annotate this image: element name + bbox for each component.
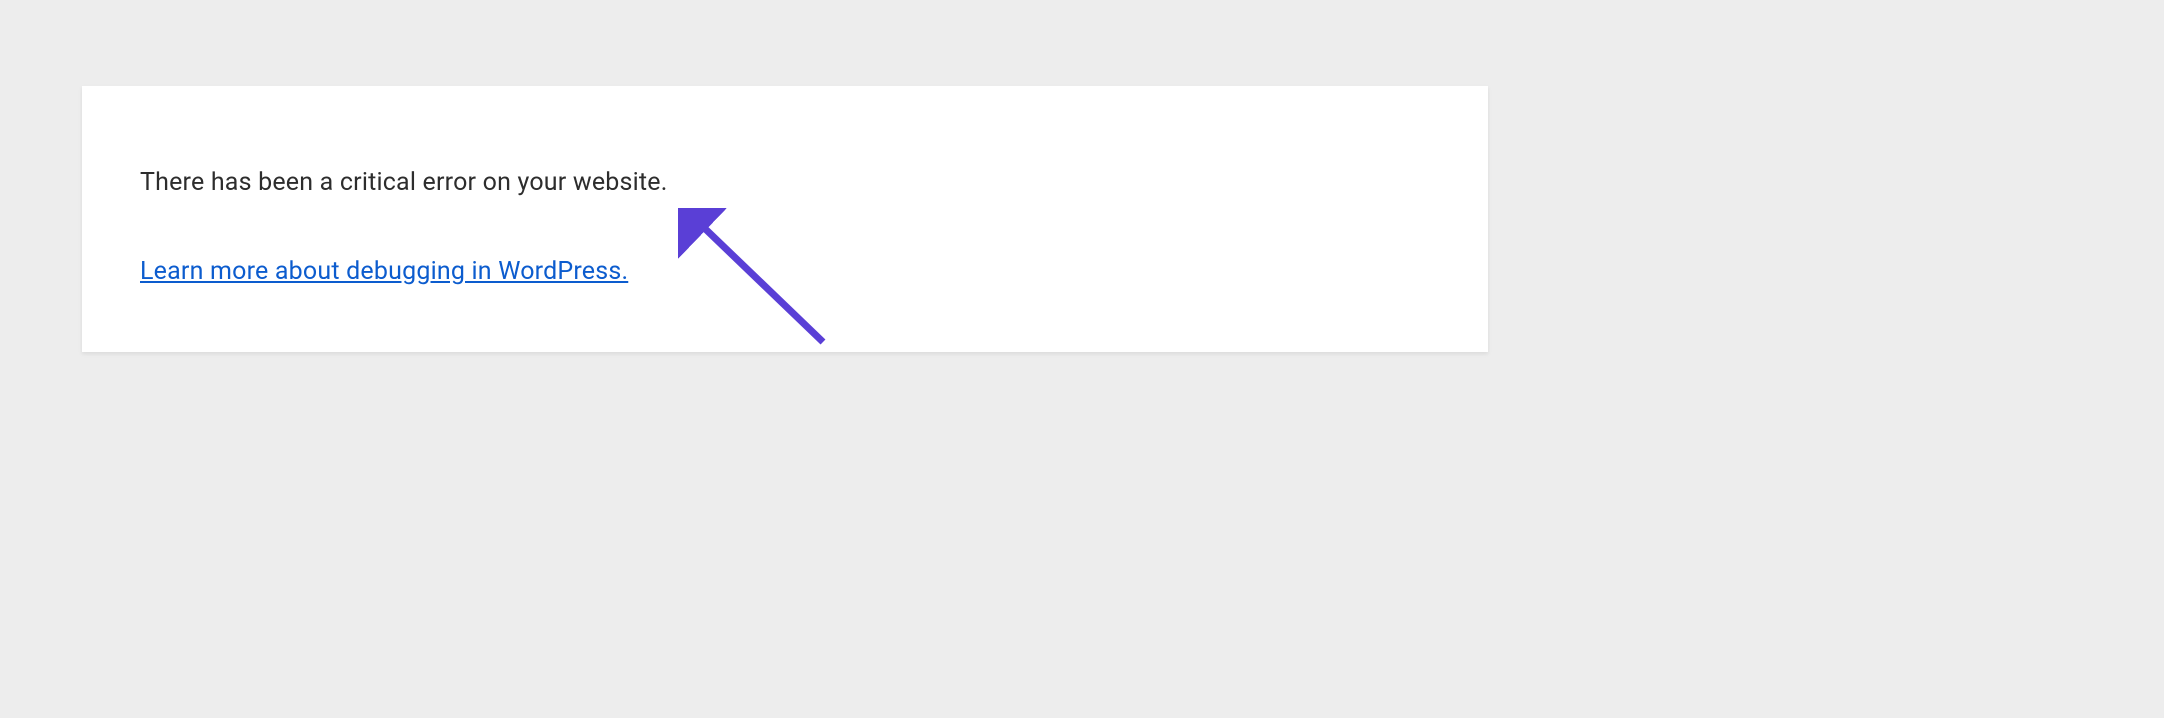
debug-link[interactable]: Learn more about debugging in WordPress. <box>140 257 628 286</box>
error-card: There has been a critical error on your … <box>82 86 1488 352</box>
error-message: There has been a critical error on your … <box>140 168 1430 197</box>
